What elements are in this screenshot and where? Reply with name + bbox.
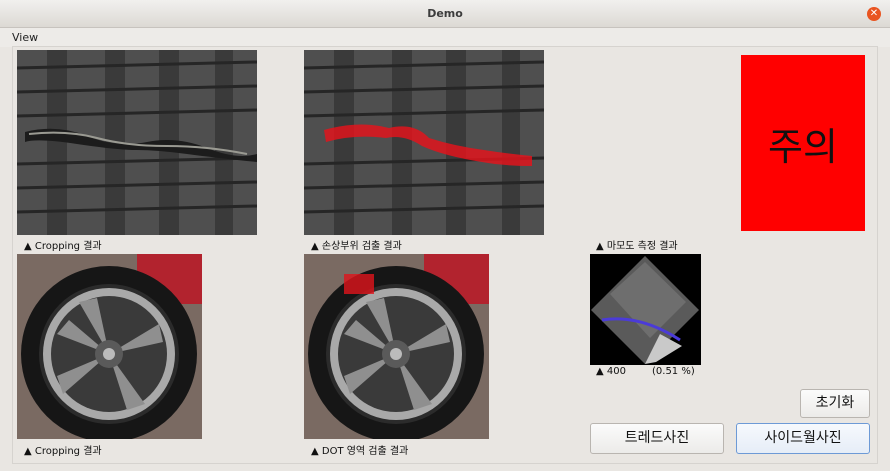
tread-photo-button[interactable]: 트레드사진: [590, 423, 724, 454]
menu-bar: View: [0, 28, 890, 47]
close-icon[interactable]: ✕: [867, 7, 881, 21]
wear-measure-percent: (0.51 %): [652, 366, 695, 377]
tread-crop-caption: ▲ Cropping 결과: [24, 241, 102, 252]
dot-detect-caption: ▲ DOT 영역 검출 결과: [311, 446, 409, 457]
wear-measure-caption: ▲ 마모도 측정 결과: [596, 241, 678, 252]
sidewall-crop-caption: ▲ Cropping 결과: [24, 446, 102, 457]
wear-measure-image: [590, 254, 701, 365]
sidewall-photo-button[interactable]: 사이드월사진: [736, 423, 870, 454]
menu-view[interactable]: View: [12, 31, 38, 44]
damage-detect-image: [304, 50, 544, 235]
tread-crop-image: [17, 50, 257, 235]
window-title: Demo: [427, 7, 463, 20]
wear-measure-value: ▲ 400: [596, 366, 626, 377]
dot-detect-image: [304, 254, 489, 439]
reset-button[interactable]: 초기화: [800, 389, 870, 418]
sidewall-crop-image: [17, 254, 202, 439]
damage-detect-caption: ▲ 손상부위 검출 결과: [311, 241, 402, 252]
status-warning-badge: 주의: [741, 55, 865, 231]
title-bar: Demo ✕: [0, 0, 890, 28]
